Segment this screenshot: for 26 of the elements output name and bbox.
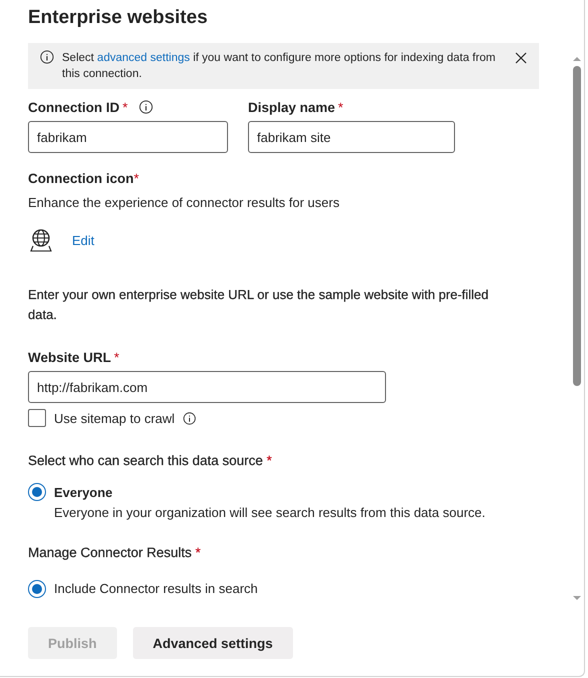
- edit-link[interactable]: Edit: [72, 232, 94, 248]
- page-title: Enterprise websites: [27, 6, 209, 30]
- url-instructions: Enter your own enterprise website URL or use the sample website with pre-filled data.: [28, 286, 490, 324]
- section-label: Manage Connector Results *: [28, 544, 202, 562]
- radio-label: Include Connector results in search: [54, 580, 258, 598]
- sitemap-checkbox[interactable]: [28, 409, 46, 427]
- radio-button[interactable]: [28, 580, 46, 598]
- info-message: Select advanced settings if you want to configure more options for indexing data from this connection.: [62, 51, 496, 82]
- connection-icon-label: Connection icon*: [28, 170, 140, 188]
- url-field[interactable]: http://fabrikam.com: [28, 371, 386, 403]
- field-label: Connection ID *: [28, 97, 228, 117]
- action-button[interactable]: Advanced settings: [132, 627, 293, 659]
- field-label: Display name *: [248, 98, 344, 117]
- advanced-settings-link[interactable]: advanced settings: [97, 52, 190, 64]
- field-label: Website URL *: [28, 348, 120, 366]
- info-icon: [40, 50, 54, 64]
- radio-button[interactable]: [28, 483, 46, 501]
- radio-description: Everyone in your organization will see search results from this data source.: [54, 504, 486, 522]
- text-field[interactable]: fabrikam site: [248, 121, 455, 153]
- section-label: Select who can search this data source *: [28, 452, 273, 470]
- text-field[interactable]: fabrikam: [28, 121, 228, 153]
- globe-icon: [28, 227, 54, 253]
- checkbox-label: Use sitemap to crawl: [54, 410, 175, 426]
- close-icon[interactable]: [515, 52, 527, 64]
- radio-label: Everyone: [54, 484, 114, 502]
- connection-icon-description: Enhance the experience of connector results for users: [28, 194, 340, 212]
